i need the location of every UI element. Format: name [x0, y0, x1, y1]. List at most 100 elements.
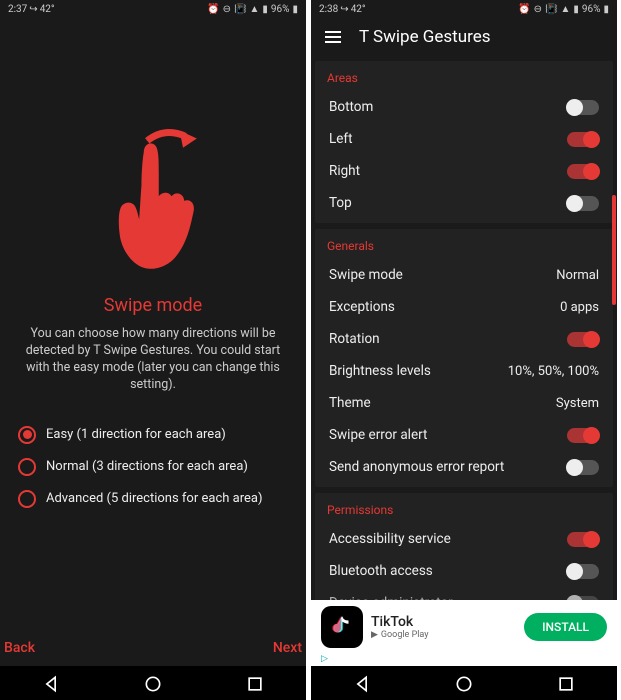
dnd-icon: ⊖	[534, 4, 542, 15]
ad-title: TikTok	[371, 614, 516, 630]
signal-icon: ▮	[262, 4, 268, 15]
radio-icon	[18, 490, 36, 508]
vibrate-icon: 📳	[234, 4, 246, 15]
ad-banner[interactable]: TikTok ▶ Google Play INSTALL	[311, 600, 617, 654]
battery-pct: 96%	[271, 4, 290, 15]
area-left[interactable]: Left	[315, 123, 613, 155]
wifi-icon: ▲	[249, 4, 259, 15]
swipe-mode-options: Easy (1 direction for each area) Normal …	[18, 412, 288, 522]
status-bar: 2:38 ↪ 42° ⏰ ⊖ 📳 ▲ ▮ 96% ▮	[311, 0, 617, 17]
ad-install-button[interactable]: INSTALL	[524, 613, 607, 641]
row-label: Left	[329, 131, 353, 147]
onboarding-screen: 2:37 ↪ 42° ⏰ ⊖ 📳 ▲ ▮ 96% ▮ Swipe mode Yo…	[0, 0, 306, 700]
row-bluetooth[interactable]: Bluetooth access	[315, 555, 613, 587]
toggle[interactable]	[567, 196, 599, 211]
radio-easy[interactable]: Easy (1 direction for each area)	[18, 426, 288, 444]
toggle[interactable]	[567, 596, 599, 601]
row-theme[interactable]: ThemeSystem	[315, 387, 613, 419]
alarm-icon: ⏰	[518, 4, 530, 15]
row-label: Swipe mode	[329, 267, 403, 283]
row-label: Bluetooth access	[329, 563, 433, 579]
radio-normal[interactable]: Normal (3 directions for each area)	[18, 458, 288, 476]
status-temp: 42°	[351, 4, 366, 15]
battery-icon: ▮	[292, 4, 298, 15]
status-bar: 2:37 ↪ 42° ⏰ ⊖ 📳 ▲ ▮ 96% ▮	[0, 0, 306, 17]
wifi-icon: ▲	[560, 4, 570, 15]
row-label: Top	[329, 195, 352, 211]
onboarding-description: You can choose how many directions will …	[18, 326, 288, 394]
row-label: Send anonymous error report	[329, 459, 504, 475]
android-nav-bar	[0, 666, 306, 700]
row-device-admin[interactable]: Device administrator	[315, 587, 613, 600]
nav-home-icon[interactable]	[143, 674, 163, 694]
menu-icon[interactable]	[325, 31, 341, 43]
vibrate-icon: 📳	[545, 4, 557, 15]
area-bottom[interactable]: Bottom	[315, 91, 613, 123]
signal-icon: ▮	[573, 4, 579, 15]
row-value: 10%, 50%, 100%	[508, 364, 599, 379]
ad-app-icon	[321, 606, 363, 648]
ad-marker-icon[interactable]: ▷	[311, 654, 617, 666]
row-value: Normal	[556, 268, 599, 283]
battery-pct: 96%	[582, 4, 601, 15]
toggle[interactable]	[567, 564, 599, 579]
nav-back-icon[interactable]	[41, 674, 61, 694]
row-label: Bottom	[329, 99, 373, 115]
row-rotation[interactable]: Rotation	[315, 323, 613, 355]
row-label: Brightness levels	[329, 363, 431, 379]
radio-label: Easy (1 direction for each area)	[46, 427, 226, 442]
ad-subtitle: ▶ Google Play	[371, 630, 516, 640]
radio-icon	[18, 458, 36, 476]
row-label: Swipe error alert	[329, 427, 427, 443]
nav-recent-icon[interactable]	[245, 674, 265, 694]
toggle[interactable]	[567, 428, 599, 443]
app-bar: T Swipe Gestures	[311, 17, 617, 55]
toggle[interactable]	[567, 532, 599, 547]
android-nav-bar	[311, 666, 617, 700]
battery-icon: ▮	[603, 4, 609, 15]
toggle[interactable]	[567, 164, 599, 179]
status-time: 2:37	[8, 4, 27, 15]
back-button[interactable]: Back	[4, 640, 35, 656]
row-accessibility[interactable]: Accessibility service	[315, 523, 613, 555]
status-time: 2:38	[319, 4, 338, 15]
toggle[interactable]	[567, 100, 599, 115]
scrollbar[interactable]	[612, 195, 616, 305]
row-swipe-error[interactable]: Swipe error alert	[315, 419, 613, 451]
row-label: Right	[329, 163, 360, 179]
radio-label: Normal (3 directions for each area)	[46, 459, 248, 474]
section-title: Areas	[315, 61, 613, 91]
radio-advanced[interactable]: Advanced (5 directions for each area)	[18, 490, 288, 508]
row-value: 0 apps	[560, 300, 599, 315]
section-title: Generals	[315, 229, 613, 259]
section-permissions: Permissions Accessibility service Blueto…	[315, 493, 613, 600]
area-top[interactable]: Top	[315, 187, 613, 219]
section-generals: Generals Swipe mode Normal Exceptions 0 ap…	[315, 229, 613, 487]
row-label: Accessibility service	[329, 531, 451, 547]
row-label: Rotation	[329, 331, 380, 347]
status-temp: 42°	[40, 4, 55, 15]
app-title: T Swipe Gestures	[359, 27, 491, 47]
toggle[interactable]	[567, 132, 599, 147]
section-title: Permissions	[315, 493, 613, 523]
row-anon-report[interactable]: Send anonymous error report	[315, 451, 613, 483]
area-right[interactable]: Right	[315, 155, 613, 187]
nav-back-icon[interactable]	[352, 674, 372, 694]
row-exceptions[interactable]: Exceptions 0 apps	[315, 291, 613, 323]
row-brightness[interactable]: Brightness levels 10%, 50%, 100%	[315, 355, 613, 387]
settings-list[interactable]: Areas Bottom Left Right Top Generals Swi…	[311, 55, 617, 600]
toggle[interactable]	[567, 332, 599, 347]
row-value: System	[556, 396, 599, 411]
swipe-hand-illustration	[18, 17, 288, 277]
row-label: Device administrator	[329, 595, 453, 600]
toggle[interactable]	[567, 460, 599, 475]
onboarding-title: Swipe mode	[18, 295, 288, 316]
alarm-icon: ⏰	[207, 4, 219, 15]
nav-home-icon[interactable]	[454, 674, 474, 694]
settings-screen: 2:38 ↪ 42° ⏰ ⊖ 📳 ▲ ▮ 96% ▮ T Swipe Gestu…	[311, 0, 617, 700]
next-button[interactable]: Next	[273, 640, 302, 656]
row-label: Exceptions	[329, 299, 395, 315]
row-swipe-mode[interactable]: Swipe mode Normal	[315, 259, 613, 291]
radio-icon	[18, 426, 36, 444]
nav-recent-icon[interactable]	[556, 674, 576, 694]
